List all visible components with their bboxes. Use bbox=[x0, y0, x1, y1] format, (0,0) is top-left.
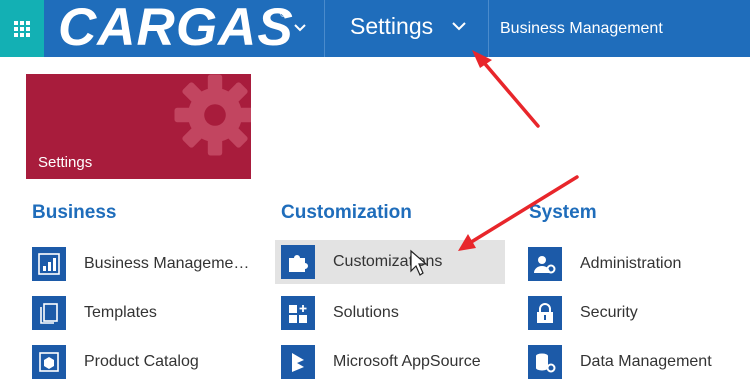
app-grid-icon bbox=[14, 20, 30, 37]
solutions-icon bbox=[281, 296, 315, 330]
nav-divider bbox=[324, 0, 325, 57]
business-management-icon bbox=[32, 247, 66, 281]
app-grid-button[interactable] bbox=[0, 0, 44, 57]
nav-item-microsoft-appsource[interactable]: Microsoft AppSource bbox=[275, 340, 505, 384]
nav-item-data-management[interactable]: Data Management bbox=[522, 340, 742, 384]
nav-item-security[interactable]: Security bbox=[522, 291, 742, 335]
logo-text: CARGAS bbox=[58, 0, 294, 57]
brand-logo[interactable]: CARGAS ® bbox=[44, 0, 324, 57]
nav-item-administration[interactable]: Administration bbox=[522, 242, 742, 286]
top-navigation-bar: CARGAS ® Settings Business Management bbox=[0, 0, 750, 57]
nav-item-label: Administration bbox=[580, 255, 682, 272]
logo-chevron-down-icon[interactable] bbox=[288, 16, 312, 40]
templates-icon bbox=[32, 296, 66, 330]
nav-item-label: Solutions bbox=[333, 304, 399, 321]
nav-item-templates[interactable]: Templates bbox=[26, 291, 256, 335]
nav-item-label: Business Manageme… bbox=[84, 255, 250, 272]
nav-item-product-catalog[interactable]: Product Catalog bbox=[26, 340, 256, 384]
chevron-down-icon[interactable] bbox=[452, 18, 466, 36]
nav-item-solutions[interactable]: Solutions bbox=[275, 291, 505, 335]
group-title-business: Business bbox=[32, 202, 117, 223]
nav-item-customizations[interactable]: Customizations bbox=[275, 240, 505, 284]
nav-item-label: Security bbox=[580, 304, 638, 321]
nav-item-label: Customizations bbox=[333, 253, 443, 270]
area-selector-label: Settings bbox=[350, 13, 434, 39]
puzzle-icon bbox=[281, 245, 315, 279]
nav-item-business-management[interactable]: Business Manageme… bbox=[26, 242, 256, 286]
nav-item-label: Data Management bbox=[580, 353, 712, 370]
breadcrumb-business-management[interactable]: Business Management bbox=[500, 0, 663, 57]
lock-icon bbox=[528, 296, 562, 330]
registered-mark: ® bbox=[280, 9, 288, 20]
group-title-system: System bbox=[529, 202, 597, 223]
nav-item-label: Templates bbox=[84, 304, 157, 321]
data-management-icon bbox=[528, 345, 562, 379]
appsource-icon bbox=[281, 345, 315, 379]
group-title-customization: Customization bbox=[281, 202, 412, 223]
administration-icon bbox=[528, 247, 562, 281]
product-catalog-icon bbox=[32, 345, 66, 379]
nav-item-label: Microsoft AppSource bbox=[333, 353, 481, 370]
settings-tile[interactable]: Settings bbox=[26, 74, 251, 179]
nav-divider bbox=[488, 0, 489, 57]
gear-icon bbox=[174, 74, 251, 156]
tile-label: Settings bbox=[38, 154, 93, 171]
nav-item-label: Product Catalog bbox=[84, 353, 199, 370]
annotation-arrow bbox=[472, 50, 540, 128]
area-selector-settings[interactable]: Settings bbox=[326, 0, 488, 57]
